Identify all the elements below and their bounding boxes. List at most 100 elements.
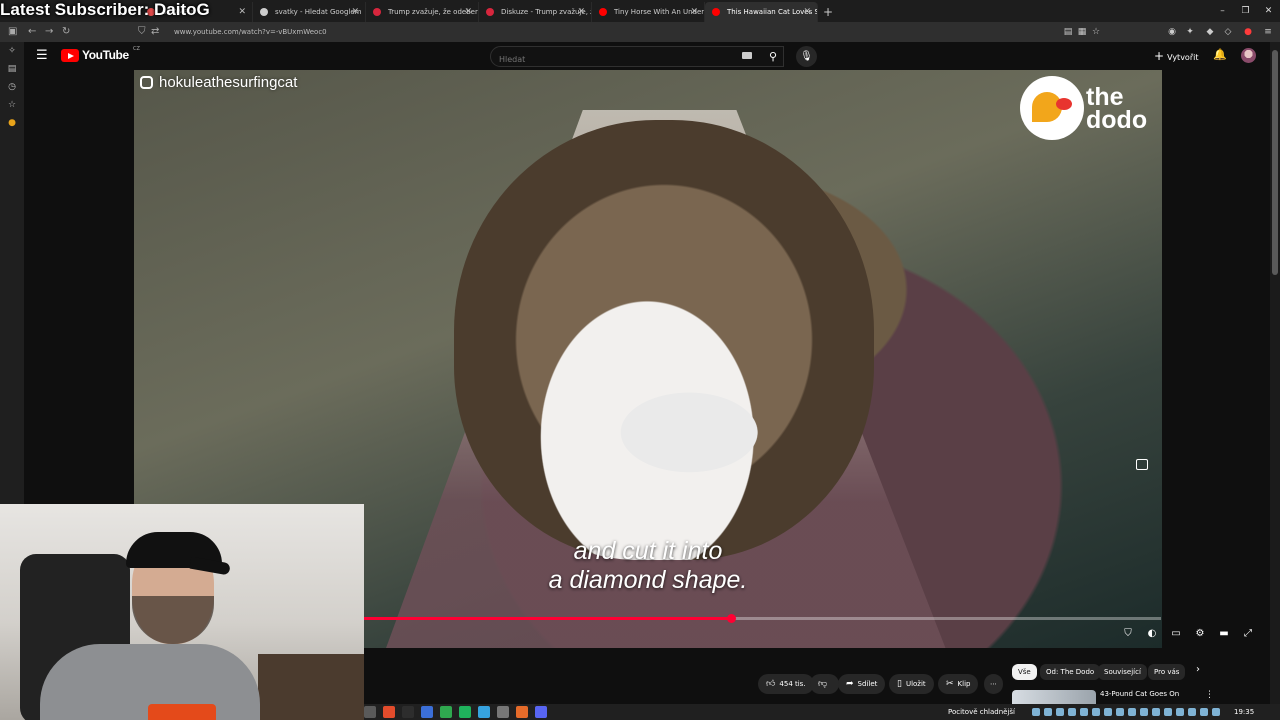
tray-icon[interactable] <box>1200 708 1208 716</box>
tray-icon[interactable] <box>1164 708 1172 716</box>
shield-icon[interactable]: ⛉ <box>138 22 146 42</box>
bookmark-star-icon[interactable]: ☆ <box>1090 26 1102 38</box>
tray-icon[interactable] <box>1104 708 1112 716</box>
bookmarks-icon[interactable]: ☆ <box>0 96 24 114</box>
tray-icon[interactable] <box>1152 708 1160 716</box>
hamburger-menu-icon[interactable]: ☰ <box>36 48 48 63</box>
taskbar-app-icon[interactable] <box>402 706 414 718</box>
share-button[interactable]: ➦ Sdílet <box>838 674 886 694</box>
dislike-button[interactable]: 👎︎ <box>810 674 840 694</box>
restore-button[interactable]: ❐ <box>1234 0 1257 22</box>
chevron-right-icon[interactable]: › <box>1196 664 1200 675</box>
discord-icon[interactable] <box>535 706 547 718</box>
taskbar-app-icon[interactable] <box>421 706 433 718</box>
subtitles-icon[interactable]: ▭ <box>1168 626 1184 642</box>
extension-icon[interactable]: ● <box>0 114 24 132</box>
menu-icon[interactable]: ≡ <box>1262 26 1274 38</box>
tray-icon[interactable] <box>1032 708 1040 716</box>
fullscreen-icon[interactable]: ⤢ <box>1240 626 1256 642</box>
weather-widget[interactable]: Pocitově chladnější <box>948 704 1015 720</box>
recommendation-title[interactable]: 43-Pound Cat Goes On <box>1100 690 1179 698</box>
screenshot-icon[interactable]: ▤ <box>1062 26 1074 38</box>
tray-icon[interactable] <box>1116 708 1124 716</box>
tray-icon[interactable] <box>1068 708 1076 716</box>
tray-icon[interactable] <box>1176 708 1184 716</box>
taskbar-app-icon[interactable] <box>478 706 490 718</box>
theater-mode-icon[interactable]: ▬ <box>1216 626 1232 642</box>
taskbar-app-icon[interactable] <box>497 706 509 718</box>
new-tab-button[interactable]: + <box>818 2 838 22</box>
close-tab-icon[interactable]: ✕ <box>238 2 246 22</box>
voice-search-button[interactable]: 🎙 <box>796 46 817 67</box>
tray-icon[interactable] <box>1056 708 1064 716</box>
recommendation-thumbnail[interactable] <box>1012 690 1096 704</box>
extension-icon[interactable]: ◆ <box>1204 26 1216 38</box>
progress-scrubber[interactable] <box>726 614 736 623</box>
extensions-icon[interactable]: ✦ <box>1184 26 1196 38</box>
create-button[interactable]: + Vytvořit <box>1154 47 1198 66</box>
taskbar-app-icon[interactable] <box>440 706 452 718</box>
shield-icon[interactable]: ⛉ <box>1120 626 1136 642</box>
history-icon[interactable]: ◷ <box>0 78 24 96</box>
scrollbar-thumb[interactable] <box>1272 50 1278 275</box>
autoplay-toggle-icon[interactable]: ◐ <box>1144 626 1160 642</box>
miniplayer-icon[interactable] <box>1136 459 1148 470</box>
sidebar-toggle-icon[interactable]: ▣ <box>8 22 17 42</box>
wallet-icon[interactable]: ▤ <box>0 60 24 78</box>
tray-icon[interactable] <box>1128 708 1136 716</box>
search-button[interactable]: ⚲ <box>760 46 786 67</box>
settings-gear-icon[interactable]: ⚙ <box>1192 626 1208 642</box>
chip-all[interactable]: Vše <box>1012 664 1037 680</box>
forward-icon[interactable]: → <box>45 22 53 42</box>
more-actions-button[interactable]: ⋯ <box>984 674 1003 694</box>
video-progress-bar[interactable] <box>364 614 1161 623</box>
ai-assistant-icon[interactable]: ✧ <box>0 42 24 60</box>
tray-icon[interactable] <box>1092 708 1100 716</box>
save-button[interactable]: ▯ Uložit <box>889 674 934 694</box>
youtube-logo-icon[interactable] <box>61 49 79 62</box>
youtube-logo-text[interactable]: YouTube <box>82 48 129 62</box>
close-tab-icon[interactable]: ✕ <box>577 2 585 22</box>
extension-icon[interactable]: ◇ <box>1222 26 1234 38</box>
close-tab-icon[interactable]: ✕ <box>351 2 359 22</box>
close-tab-icon[interactable]: ✕ <box>464 2 472 22</box>
close-window-button[interactable]: ✕ <box>1257 0 1280 22</box>
tab-tiny-horse[interactable]: Tiny Horse With An Underbite✕ <box>592 2 705 22</box>
close-tab-icon[interactable]: ✕ <box>803 2 811 22</box>
chip-for-you[interactable]: Pro vás <box>1148 664 1186 680</box>
search-input[interactable] <box>491 50 783 69</box>
back-icon[interactable]: ← <box>28 22 36 42</box>
taskbar-clock[interactable]: 19:35 <box>1234 704 1254 720</box>
url-field[interactable]: www.youtube.com/watch?v=-vBUxmWeoc0 <box>174 22 327 42</box>
tab-svatky[interactable]: svatky - Hledat Googlem ✕ <box>253 2 366 22</box>
taskbar-app-icon[interactable] <box>516 706 528 718</box>
tab-trump[interactable]: Trump zvažuje, že odebere nej✕ <box>366 2 479 22</box>
keyboard-icon[interactable] <box>742 52 752 59</box>
site-settings-icon[interactable]: ⇄ <box>151 22 159 42</box>
taskbar-app-icon[interactable] <box>364 706 376 718</box>
record-icon[interactable]: ● <box>1242 26 1254 38</box>
reload-icon[interactable]: ↻ <box>62 22 70 42</box>
tab-hawaiian-cat[interactable]: This Hawaiian Cat Loves Su ✕ <box>705 2 818 22</box>
recommendation-more-icon[interactable]: ⋮ <box>1205 690 1214 700</box>
tab-diskuze[interactable]: Diskuze - Trump zvažuje, že od✕ <box>479 2 592 22</box>
tray-icon[interactable] <box>1188 708 1196 716</box>
tray-icon[interactable] <box>1044 708 1052 716</box>
notifications-bell-icon[interactable]: 🔔 <box>1213 48 1227 61</box>
pip-browser-icon[interactable]: ▦ <box>1076 26 1088 38</box>
page-scrollbar[interactable] <box>1270 42 1280 704</box>
clip-button[interactable]: ✂ Klip <box>938 674 979 694</box>
avatar[interactable] <box>1241 48 1256 63</box>
close-tab-icon[interactable]: ✕ <box>690 2 698 22</box>
minimize-button[interactable]: – <box>1211 0 1234 22</box>
like-button[interactable]: 👍︎ 454 tis. <box>758 674 814 694</box>
account-icon[interactable]: ◉ <box>1166 26 1178 38</box>
chip-related[interactable]: Související <box>1098 664 1147 680</box>
tray-icon[interactable] <box>1140 708 1148 716</box>
tray-icon[interactable] <box>1212 708 1220 716</box>
tray-icon[interactable] <box>1080 708 1088 716</box>
subtitle-line: and cut it into <box>573 537 723 565</box>
chip-from-the-dodo[interactable]: Od: The Dodo <box>1040 664 1101 680</box>
spotify-icon[interactable] <box>459 706 471 718</box>
brave-icon[interactable] <box>383 706 395 718</box>
